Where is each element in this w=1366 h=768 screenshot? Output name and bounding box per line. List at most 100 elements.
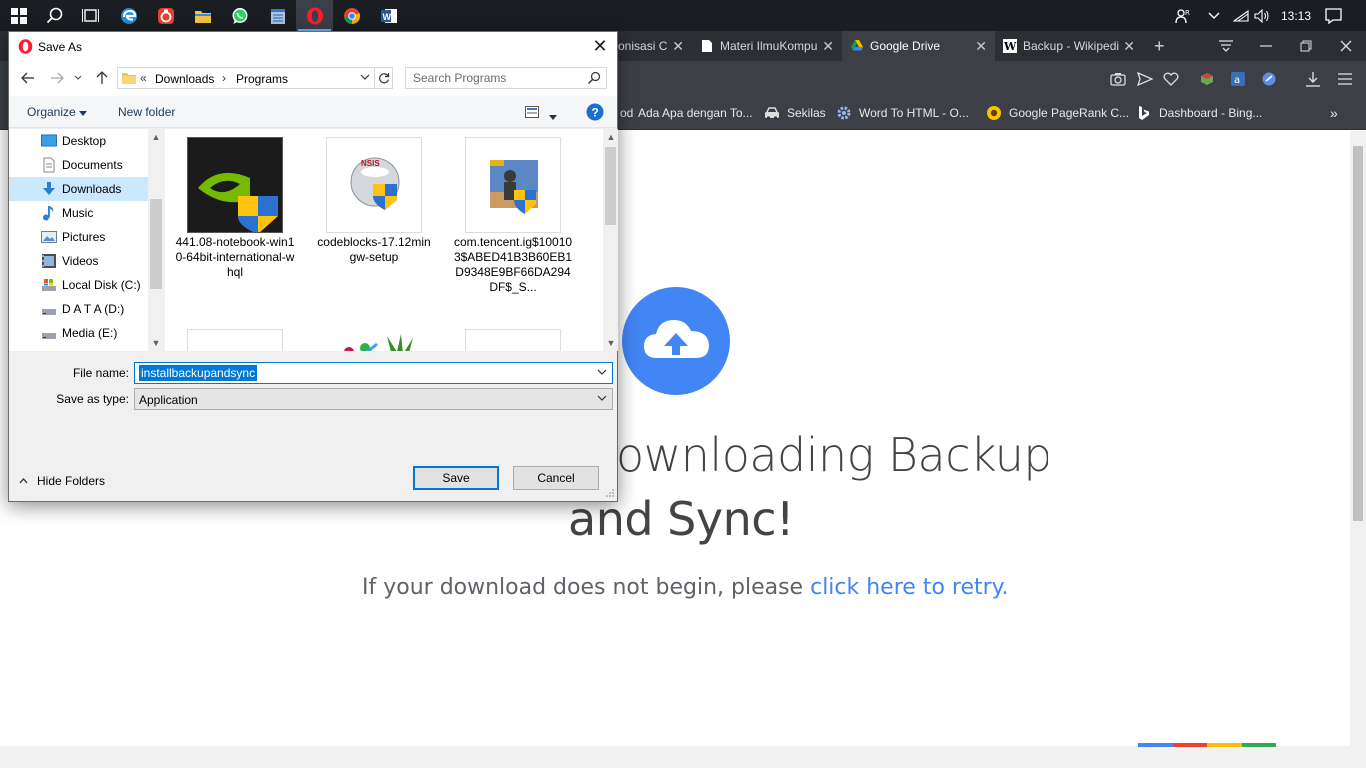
drive-icon — [42, 333, 56, 339]
close-icon[interactable]: ✕ — [975, 38, 987, 54]
nav-item-downloads[interactable]: Downloads — [9, 177, 148, 201]
search-icon[interactable] — [587, 71, 601, 85]
resize-grip-icon[interactable] — [605, 488, 615, 498]
chevron-up-icon[interactable] — [1203, 0, 1225, 31]
camera-icon[interactable] — [1109, 70, 1127, 88]
view-dropdown-icon[interactable] — [549, 109, 557, 123]
breadcrumb[interactable]: « Downloads › Programs — [117, 67, 393, 89]
app-red-icon[interactable] — [147, 0, 184, 31]
scrollbar-thumb[interactable] — [605, 147, 616, 225]
scrollbar-thumb[interactable] — [150, 199, 162, 289]
tab-2[interactable]: Google Drive ✕ — [842, 31, 995, 61]
view-options-icon[interactable] — [525, 106, 539, 121]
word-icon[interactable]: W — [370, 0, 407, 31]
breadcrumb-item-downloads[interactable]: Downloads — [155, 72, 214, 86]
close-icon[interactable]: ✕ — [1123, 38, 1135, 54]
help-icon[interactable]: ? — [586, 103, 604, 124]
windows-icon[interactable] — [0, 0, 37, 31]
forward-arrow-icon[interactable] — [47, 69, 67, 87]
dialog-title-bar[interactable]: Save As ✕ — [9, 32, 617, 61]
up-arrow-icon[interactable] — [92, 69, 112, 87]
breadcrumb-overflow[interactable]: « — [140, 71, 147, 85]
extension-cube-icon[interactable] — [1198, 70, 1216, 88]
scrollbar-thumb[interactable] — [1353, 146, 1363, 521]
organize-button[interactable]: Organize — [27, 105, 88, 119]
new-folder-button[interactable]: New folder — [118, 105, 175, 119]
horizontal-scrollbar[interactable] — [0, 746, 1366, 768]
close-icon[interactable]: ✕ — [672, 38, 684, 54]
breadcrumb-item-programs[interactable]: Programs — [236, 72, 288, 86]
nav-item-desktop[interactable]: Desktop — [9, 129, 148, 153]
search-input[interactable] — [406, 68, 584, 88]
tab-1[interactable]: Materi IlmuKompu ✕ — [692, 31, 842, 61]
tab-menu-icon[interactable] — [1206, 31, 1246, 61]
wifi-icon[interactable] — [1230, 0, 1252, 31]
chrome-icon[interactable] — [333, 0, 370, 31]
bookmark-2[interactable]: Sekilas — [764, 104, 826, 122]
close-icon[interactable]: ✕ — [589, 36, 611, 58]
save-type-select[interactable]: Application — [134, 388, 613, 410]
file-list-scrollbar[interactable]: ▲ ▼ — [603, 129, 618, 351]
chevron-down-icon[interactable] — [360, 71, 370, 83]
bookmark-4[interactable]: Google PageRank C... — [986, 104, 1129, 122]
svg-text:W: W — [1003, 40, 1017, 53]
people-icon[interactable]: R — [1172, 0, 1194, 31]
volume-icon[interactable] — [1251, 0, 1273, 31]
notepad-icon[interactable] — [259, 0, 296, 31]
more-bookmarks-button[interactable]: » — [1330, 104, 1338, 122]
svg-text:?: ? — [592, 106, 599, 120]
chevron-down-icon[interactable] — [597, 392, 607, 404]
send-icon[interactable] — [1136, 70, 1154, 88]
save-button[interactable]: Save — [413, 466, 499, 490]
back-arrow-icon[interactable] — [18, 69, 38, 87]
download-icon[interactable] — [1304, 70, 1322, 88]
opera-icon[interactable] — [296, 0, 333, 31]
heart-icon[interactable] — [1162, 70, 1180, 88]
search-icon[interactable] — [36, 0, 73, 31]
retry-link[interactable]: click here to retry. — [810, 575, 1008, 600]
extension-vpn-icon[interactable] — [1260, 70, 1278, 88]
navigation-scrollbar[interactable]: ▲ ▼ — [148, 129, 164, 351]
task-view-icon[interactable] — [72, 0, 109, 31]
nav-item-music[interactable]: Music — [9, 201, 148, 225]
organize-label: Organize — [27, 105, 76, 119]
nav-item-local-disk[interactable]: Local Disk (C:) — [9, 273, 148, 297]
bookmark-1[interactable]: Ada Apa dengan To... — [638, 104, 753, 122]
file-name-input[interactable]: installbackupandsync — [139, 365, 258, 381]
bookmark-5[interactable]: Dashboard - Bing... — [1136, 104, 1262, 122]
file-name-field[interactable]: installbackupandsync — [134, 362, 613, 384]
scroll-up-icon[interactable]: ▲ — [603, 129, 619, 145]
scroll-down-icon[interactable]: ▼ — [148, 335, 164, 351]
search-box[interactable] — [405, 67, 607, 89]
notification-icon[interactable] — [1320, 0, 1346, 31]
cancel-button[interactable]: Cancel — [513, 466, 599, 490]
hide-folders-button[interactable]: Hide Folders — [19, 472, 105, 490]
file-explorer-icon[interactable] — [184, 0, 221, 31]
nav-item-videos[interactable]: Videos — [9, 249, 148, 273]
edge-icon[interactable] — [110, 0, 147, 31]
page-scrollbar[interactable] — [1350, 131, 1366, 746]
tab-3[interactable]: W Backup - Wikipedi ✕ — [995, 31, 1143, 61]
nav-item-data-drive[interactable]: D A T A (D:) — [9, 297, 148, 321]
chevron-down-icon[interactable] — [597, 366, 607, 378]
nav-item-media-drive[interactable]: Media (E:) — [9, 321, 148, 345]
minimize-icon[interactable] — [1246, 31, 1286, 61]
scroll-up-icon[interactable]: ▲ — [148, 129, 164, 145]
menu-icon[interactable] — [1336, 70, 1354, 88]
close-icon[interactable]: ✕ — [822, 38, 834, 54]
new-tab-icon[interactable]: + — [1146, 31, 1176, 61]
scroll-down-icon[interactable]: ▼ — [603, 335, 619, 351]
recent-locations-icon[interactable] — [71, 69, 85, 87]
file-name: 441.08-notebook-win10-64bit-internationa… — [175, 235, 295, 279]
chevron-right-icon[interactable]: › — [222, 71, 226, 85]
refresh-icon[interactable] — [374, 68, 392, 88]
clock[interactable]: 13:13 — [1276, 0, 1316, 31]
nav-item-pictures[interactable]: Pictures — [9, 225, 148, 249]
restore-icon[interactable] — [1286, 31, 1326, 61]
tab-0[interactable]: onisasi C ✕ — [610, 31, 692, 61]
whatsapp-icon[interactable] — [221, 0, 258, 31]
extension-download-icon[interactable]: a — [1229, 70, 1247, 88]
bookmark-3[interactable]: Word To HTML - O... — [836, 104, 969, 122]
window-close-icon[interactable] — [1326, 31, 1366, 61]
nav-item-documents[interactable]: Documents — [9, 153, 148, 177]
